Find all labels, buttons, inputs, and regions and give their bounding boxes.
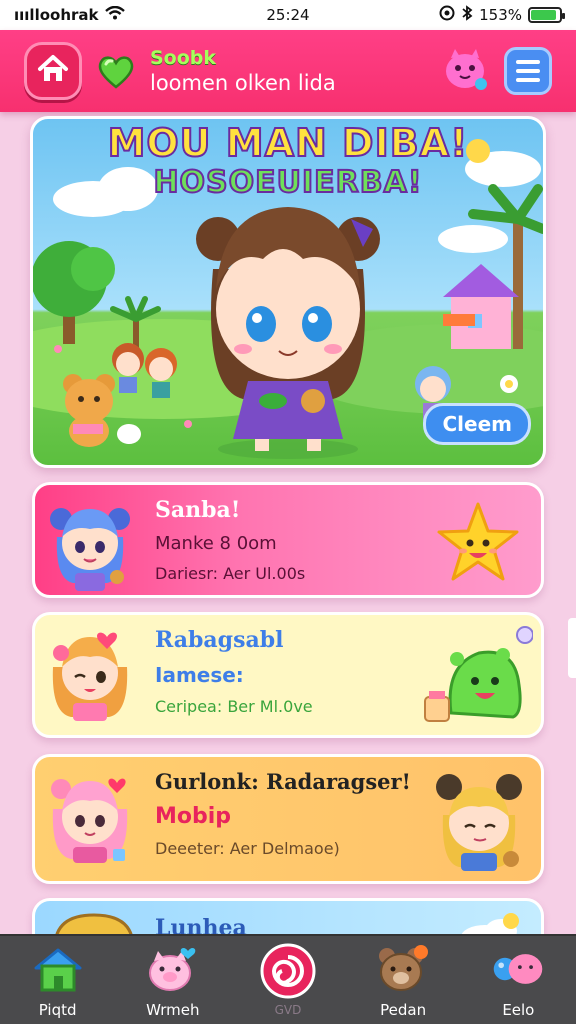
card-meta: Deeeter: Aer Delmaoe) — [155, 839, 340, 858]
star-icon — [437, 502, 519, 581]
card-meta: Dariesr: Aer Ul.00s — [155, 564, 306, 583]
menu-icon-bar — [516, 60, 540, 64]
lollipop-icon — [260, 943, 316, 999]
hero-cta-button[interactable]: Cleem — [423, 403, 531, 445]
hero-title: MOU MAN DIBA! — [107, 120, 469, 166]
nav-label: GVD — [274, 1003, 302, 1017]
status-left: ııılloohrak — [14, 5, 125, 24]
nav-label: Eelo — [502, 1001, 535, 1019]
blue-hair-girl-avatar — [50, 508, 130, 591]
hero-subtitle: HOSOEUIERBA! — [152, 164, 423, 201]
card-title: Sanba! — [155, 497, 241, 523]
nav-label: Wrmeh — [146, 1001, 200, 1019]
nav-item-center[interactable]: GVD — [238, 943, 338, 1017]
event-card-2[interactable]: Rabagsabl Iamese: Ceripea: Ber Ml.0ve — [32, 612, 544, 738]
app-header: Soobk loomen olken lida — [0, 30, 576, 112]
card-title: Gurlonk: Radaragser! — [155, 769, 411, 794]
event-card-1[interactable]: Sanba! Manke 8 0om Dariesr: Aer Ul.00s — [32, 482, 544, 598]
event-card-3-text: Gurlonk: Radaragser! Mobip Deeeter: Aer … — [155, 769, 411, 858]
pig-icon — [145, 941, 201, 997]
scroll-indicator[interactable] — [568, 618, 576, 678]
battery-fill — [531, 10, 557, 20]
bubbles-icon — [490, 941, 546, 997]
nav-label: Pedan — [380, 1001, 427, 1019]
header-subtitle: loomen olken lida — [150, 71, 336, 95]
status-bar: ııılloohrak 25:24 153% — [0, 0, 576, 30]
status-time: 25:24 — [266, 6, 310, 24]
card-detail: Manke 8 0om — [155, 533, 277, 554]
status-right: 153% — [439, 5, 565, 25]
bluetooth-icon — [461, 5, 473, 25]
home-icon — [37, 54, 69, 88]
nav-item-pets[interactable]: Wrmeh — [123, 941, 223, 1019]
event-card-3[interactable]: Gurlonk: Radaragser! Mobip Deeeter: Aer … — [32, 754, 544, 884]
card-meta: Ceripea: Ber Ml.0ve — [155, 697, 313, 716]
nav-item-home[interactable]: Piqtd — [8, 941, 108, 1019]
carrier-label: ııılloohrak — [14, 6, 99, 24]
header-text: Soobk loomen olken lida — [150, 47, 428, 95]
nav-label: Piqtd — [38, 1001, 77, 1019]
nav-item-chat[interactable]: Eelo — [468, 941, 568, 1019]
battery-icon — [528, 7, 565, 23]
bear-icon — [375, 941, 431, 997]
card-detail: Mobip — [155, 804, 232, 829]
pink-mascot-icon — [443, 46, 489, 96]
hero-banner[interactable]: MOU MAN DIBA! HOSOEUIERBA! Cleem — [30, 116, 546, 468]
orange-hair-girl-avatar — [52, 632, 128, 721]
menu-icon-bar — [516, 69, 540, 73]
nav-item-friends[interactable]: Pedan — [353, 941, 453, 1019]
event-card-1-text: Sanba! Manke 8 0om Dariesr: Aer Ul.00s — [155, 497, 431, 583]
mascot-button[interactable] — [442, 47, 490, 95]
card-title: Rabagsabl — [155, 627, 284, 653]
pink-hair-girl-avatar — [51, 778, 128, 863]
event-card-2-text: Rabagsabl Iamese: Ceripea: Ber Ml.0ve — [155, 627, 431, 716]
battery-percent: 153% — [479, 6, 522, 24]
menu-icon-bar — [516, 78, 540, 82]
slime-icon — [424, 626, 533, 722]
menu-button[interactable] — [504, 47, 552, 95]
heart-icon — [96, 51, 136, 91]
bottom-nav: Piqtd Wrmeh GVD Pedan Eelo — [0, 934, 576, 1024]
home-button[interactable] — [24, 42, 82, 100]
wifi-icon — [104, 5, 125, 24]
bear-ears-avatar — [436, 774, 522, 871]
card-detail: Iamese: — [155, 663, 244, 687]
house-icon — [30, 941, 86, 997]
location-icon — [439, 5, 455, 25]
header-title: Soobk — [150, 47, 217, 69]
